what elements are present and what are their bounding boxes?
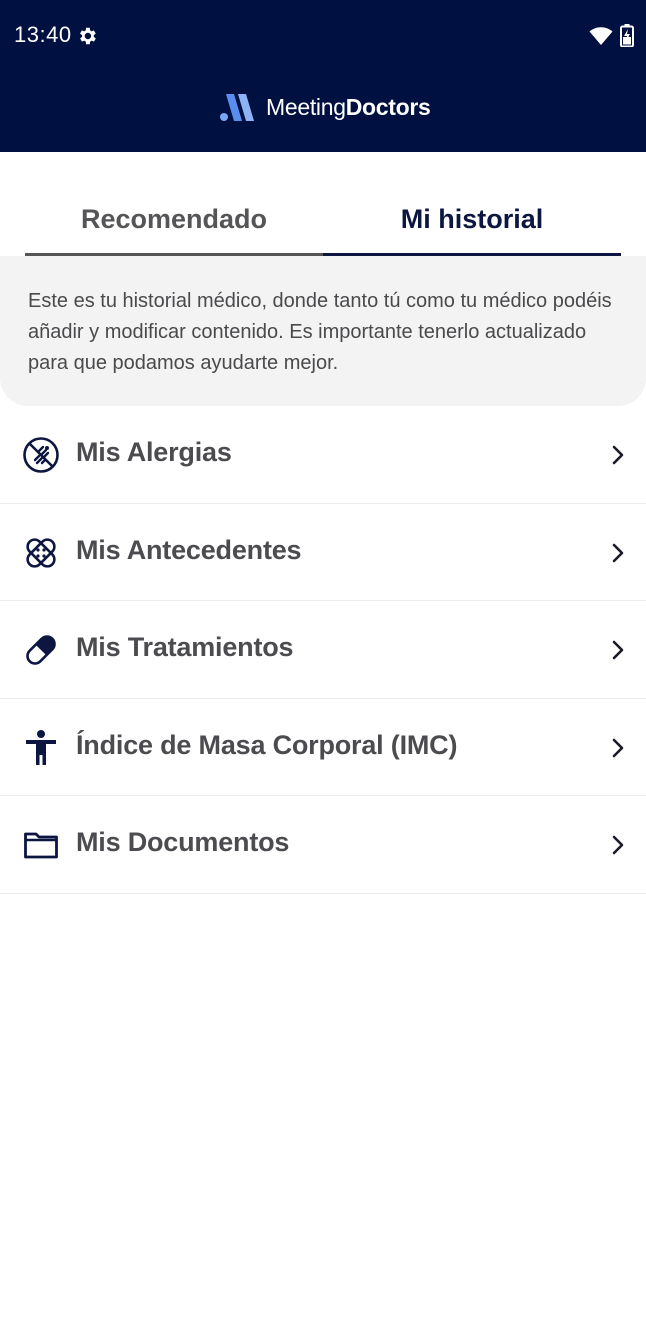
menu-label-alergias: Mis Alergias — [76, 437, 232, 467]
history-info-box: Este es tu historial médico, donde tanto… — [0, 256, 646, 406]
menu-item-documentos[interactable]: Mis Documentos — [0, 796, 646, 894]
gear-icon — [80, 27, 96, 45]
brand-logo-lockup: MeetingDoctors — [218, 90, 431, 124]
brand-name-bold: Doctors — [345, 93, 431, 120]
tab-bar: Recomendado Mi historial — [25, 186, 622, 256]
pill-icon — [26, 635, 56, 665]
menu-item-antecedentes[interactable]: Mis Antecedentes — [0, 504, 646, 601]
chevron-right-icon — [612, 640, 624, 660]
status-time: 13:40 — [14, 22, 72, 47]
menu-item-tratamientos[interactable]: Mis Tratamientos — [0, 601, 646, 699]
chevron-right-icon — [612, 835, 624, 855]
bandage-icon — [26, 537, 56, 568]
wifi-icon — [589, 27, 613, 45]
battery-charging-icon — [620, 24, 634, 47]
menu-label-tratamientos: Mis Tratamientos — [76, 632, 294, 662]
folder-icon — [24, 832, 58, 859]
chevron-right-icon — [612, 543, 624, 562]
status-bar: 13:40 — [0, 0, 646, 72]
menu-label-imc: Índice de Masa Corporal (IMC) — [76, 729, 458, 760]
brand-name: MeetingDoctors — [266, 94, 431, 121]
tab-recomendado[interactable]: Recomendado — [25, 186, 323, 256]
history-info-text: Este es tu historial médico, donde tanto… — [28, 290, 612, 374]
menu-item-imc[interactable]: Índice de Masa Corporal (IMC) — [0, 699, 646, 796]
no-allergy-icon — [23, 437, 59, 473]
menu-label-documentos: Mis Documentos — [76, 827, 290, 857]
tab-mi-historial[interactable]: Mi historial — [323, 186, 621, 256]
meetingdoctors-logo-icon — [220, 94, 254, 121]
person-icon — [26, 729, 56, 765]
app-header: 13:40 MeetingDoctors — [0, 0, 646, 152]
chevron-right-icon — [612, 738, 624, 757]
chevron-right-icon — [612, 445, 624, 465]
menu-item-alergias[interactable]: Mis Alergias — [0, 406, 646, 504]
brand-name-light: Meeting — [266, 93, 346, 120]
menu-label-antecedentes: Mis Antecedentes — [76, 534, 302, 565]
history-menu: Mis Alergias Mis Antecedentes Mis Tratam… — [0, 406, 646, 894]
